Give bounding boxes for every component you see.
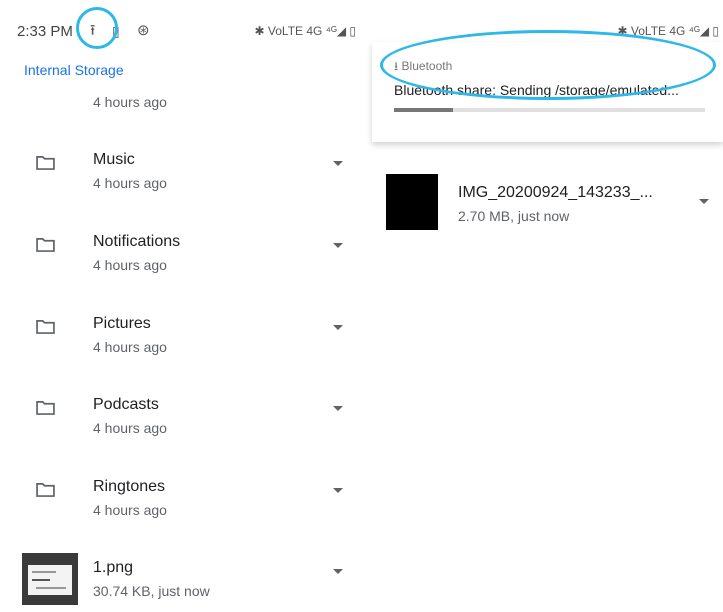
list-item-file[interactable]: IMG_20200924_143233_... 2.70 MB, just no…: [372, 168, 723, 248]
chevron-down-icon[interactable]: [333, 243, 343, 248]
file-name: 1.png: [93, 559, 134, 576]
file-thumbnail: [22, 553, 78, 605]
folder-name: Podcasts: [93, 396, 159, 413]
folder-icon: [36, 238, 55, 252]
status-bar: 2:33 PM ⭱ ▯ ⊛ ✱ VoLTE 4G ⁴ᴳ◢ ▯: [0, 0, 362, 44]
list-item-file[interactable]: 1.png 30.74 KB, just now: [0, 537, 362, 612]
files-screen: 2:33 PM ⭱ ▯ ⊛ ✱ VoLTE 4G ⁴ᴳ◢ ▯ Internal …: [0, 0, 362, 612]
folder-meta: 4 hours ago: [93, 420, 167, 436]
folder-meta: 4 hours ago: [93, 339, 167, 355]
folder-meta: 4 hours ago: [93, 175, 167, 191]
folder-name: Pictures: [93, 315, 151, 332]
folder-icon: [36, 401, 55, 415]
image-thumbnail: [386, 174, 438, 230]
alarm-icon: ⊛: [137, 22, 150, 39]
list-item-folder[interactable]: Podcasts 4 hours ago: [0, 374, 362, 454]
folder-name: Ringtones: [93, 478, 166, 495]
chevron-down-icon[interactable]: [333, 569, 343, 574]
progress-fill: [394, 108, 454, 112]
sim-icon: ▯: [112, 23, 120, 39]
chevron-down-icon[interactable]: [333, 325, 343, 330]
folder-name: Music: [93, 151, 135, 168]
bluetooth-notification[interactable]: ⭳ Bluetooth Bluetooth share: Sending /st…: [372, 42, 723, 142]
file-meta: 2.70 MB, just now: [458, 208, 570, 224]
chevron-down-icon[interactable]: [333, 488, 343, 493]
folder-name: Notifications: [93, 233, 181, 250]
folder-meta: 4 hours ago: [93, 257, 167, 273]
chevron-down-icon[interactable]: [333, 161, 343, 166]
list-item-folder[interactable]: Music 4 hours ago: [0, 129, 362, 209]
progress-bar: [394, 108, 705, 112]
chevron-down-icon[interactable]: [333, 406, 343, 411]
list-item-folder[interactable]: Pictures 4 hours ago: [0, 293, 362, 373]
list-item-folder[interactable]: Notifications 4 hours ago: [0, 211, 362, 291]
status-time: 2:33 PM: [17, 23, 73, 40]
download-icon: ⭳: [394, 59, 402, 73]
notification-screen: ✱ VoLTE 4G ⁴ᴳ◢ ▯ ⭳ Bluetooth Bluetooth s…: [362, 0, 723, 612]
folder-meta: 4 hours ago: [93, 502, 167, 518]
breadcrumb[interactable]: Internal Storage: [24, 62, 124, 78]
folder-icon: [36, 320, 55, 334]
file-name: IMG_20200924_143233_...: [458, 184, 653, 201]
notification-title: Bluetooth share: Sending /storage/emulat…: [394, 82, 679, 98]
file-meta: 30.74 KB, just now: [93, 583, 210, 599]
status-indicators: ✱ VoLTE 4G ⁴ᴳ◢ ▯: [617, 24, 719, 38]
folder-icon: [36, 156, 55, 170]
partial-row-meta: 4 hours ago: [93, 94, 167, 110]
status-indicators: ✱ VoLTE 4G ⁴ᴳ◢ ▯: [254, 24, 356, 38]
status-bar: ✱ VoLTE 4G ⁴ᴳ◢ ▯: [362, 0, 723, 44]
folder-icon: [36, 483, 55, 497]
chevron-down-icon[interactable]: [699, 199, 709, 204]
upload-icon: ⭱: [90, 22, 96, 39]
notification-app-name: ⭳ Bluetooth: [394, 59, 453, 73]
list-item-folder[interactable]: Ringtones 4 hours ago: [0, 456, 362, 536]
